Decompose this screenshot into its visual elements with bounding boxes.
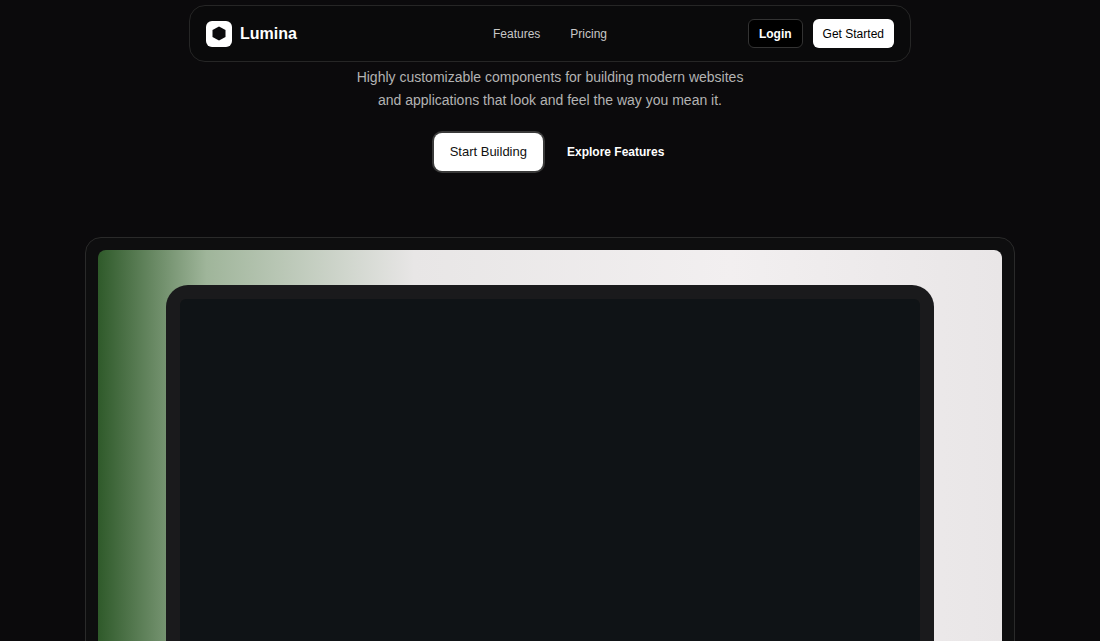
preview-photo: [98, 250, 1002, 641]
laptop-screen: [166, 285, 934, 641]
explore-features-button[interactable]: Explore Features: [565, 133, 666, 171]
nav-links: Features Pricing: [493, 25, 607, 43]
subtitle-line: and applications that look and feel the …: [378, 89, 722, 112]
start-building-button[interactable]: Start Building: [434, 133, 543, 171]
hexagon-icon: [212, 26, 226, 41]
landing-page: Lumina Features Pricing Login Get Started Hig…: [0, 0, 1100, 641]
nav-link[interactable]: Features: [493, 25, 540, 43]
brand-name: Lumina: [240, 22, 297, 46]
login-button[interactable]: Login: [748, 19, 803, 48]
top-nav: Lumina Features Pricing Login Get Started: [189, 5, 911, 62]
preview-frame: [85, 237, 1015, 641]
subtitle-line: Highly customizable components for build…: [357, 66, 744, 89]
logo-icon: [206, 21, 232, 47]
nav-actions: Login Get Started: [694, 19, 894, 48]
hero-subtitle: Highly customizable components for build…: [357, 66, 744, 112]
get-started-button[interactable]: Get Started: [813, 19, 894, 48]
hero-buttons: Start Building Explore Features: [434, 133, 667, 171]
screen-display: [180, 299, 920, 641]
brand[interactable]: Lumina: [206, 21, 406, 47]
nav-link[interactable]: Pricing: [570, 25, 607, 43]
